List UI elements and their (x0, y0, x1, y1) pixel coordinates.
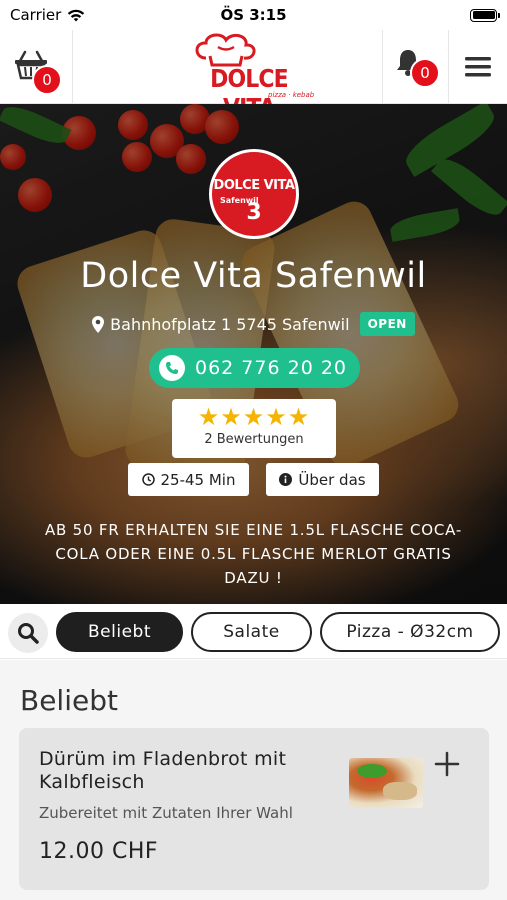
dolce-vita-logo: DOLCE VITA pizza · kebab (190, 33, 330, 122)
logo-tagline: pizza · kebab (268, 91, 315, 99)
tab-beliebt[interactable]: Beliebt (56, 612, 183, 652)
restaurant-address: Bahnhofplatz 1 5745 Safenwil (110, 314, 350, 334)
tab-pizza[interactable]: Pizza - Ø32cm (320, 612, 500, 652)
app-header: 0 DOLCE VITA pizza · kebab 0 (0, 30, 507, 122)
menu-item-image (349, 758, 423, 808)
clock-icon (141, 473, 155, 486)
promo-banner: AB 50 FR ERHALTEN SIE EINE 1.5L FLASCHE … (44, 521, 463, 587)
add-to-cart-plus-icon[interactable] (433, 750, 461, 778)
search-button[interactable] (8, 613, 48, 653)
hamburger-menu-icon (465, 57, 491, 77)
rating-box[interactable]: ★★★★★ 2 Bewertungen (172, 399, 336, 458)
notification-count-badge: 0 (410, 58, 440, 88)
section-title: Beliebt (20, 684, 118, 717)
review-count: 2 Bewertungen (204, 432, 304, 447)
delivery-time-chip: 25-45 Min (128, 463, 249, 496)
info-icon (279, 473, 293, 486)
restaurant-logo: DOLCE VITA Safenwil 3 (209, 149, 299, 239)
cart-button[interactable]: 0 (0, 30, 73, 104)
menu-item-description: Zubereitet mit Zutaten Ihrer Wahl (39, 804, 293, 822)
menu-item-card[interactable]: Dürüm im Fladenbrot mit Kalbfleisch Zube… (19, 728, 489, 890)
menu-item-price: 12.00 CHF (39, 839, 159, 864)
menu-button[interactable] (449, 30, 507, 104)
category-tabs: Beliebt Salate Pizza - Ø32cm (0, 604, 507, 659)
wifi-icon (68, 9, 85, 21)
restaurant-logo-number: 3 (246, 200, 262, 225)
star-rating-icons: ★★★★★ (197, 403, 311, 431)
about-button[interactable]: Über das (266, 463, 379, 496)
delivery-time: 25-45 Min (160, 470, 236, 489)
call-phone-button[interactable]: 062 776 20 20 (149, 348, 360, 388)
restaurant-name: Dolce Vita Safenwil (80, 256, 427, 296)
about-label: Über das (298, 470, 366, 489)
restaurant-hero: DOLCE VITA Safenwil 3 Dolce Vita Safenwi… (0, 104, 507, 604)
search-icon (18, 623, 39, 644)
phone-icon (159, 355, 185, 381)
chef-hat-icon (195, 33, 256, 67)
address-row: Bahnhofplatz 1 5745 Safenwil OPEN (0, 312, 507, 336)
battery-icon (470, 8, 500, 22)
tab-salate[interactable]: Salate (191, 612, 312, 652)
phone-number: 062 776 20 20 (195, 357, 348, 379)
notifications-button[interactable]: 0 (382, 30, 449, 104)
menu-section: Beliebt Dürüm im Fladenbrot mit Kalbflei… (0, 660, 507, 900)
menu-item-name: Dürüm im Fladenbrot mit Kalbfleisch (39, 748, 287, 793)
status-bar: Carrier ÖS 3:15 (0, 0, 507, 30)
cart-count-badge: 0 (32, 65, 62, 95)
restaurant-logo-brand: DOLCE VITA (213, 178, 295, 193)
carrier-label: Carrier (10, 6, 62, 24)
open-status-badge: OPEN (359, 312, 415, 336)
location-pin-icon (92, 315, 105, 333)
